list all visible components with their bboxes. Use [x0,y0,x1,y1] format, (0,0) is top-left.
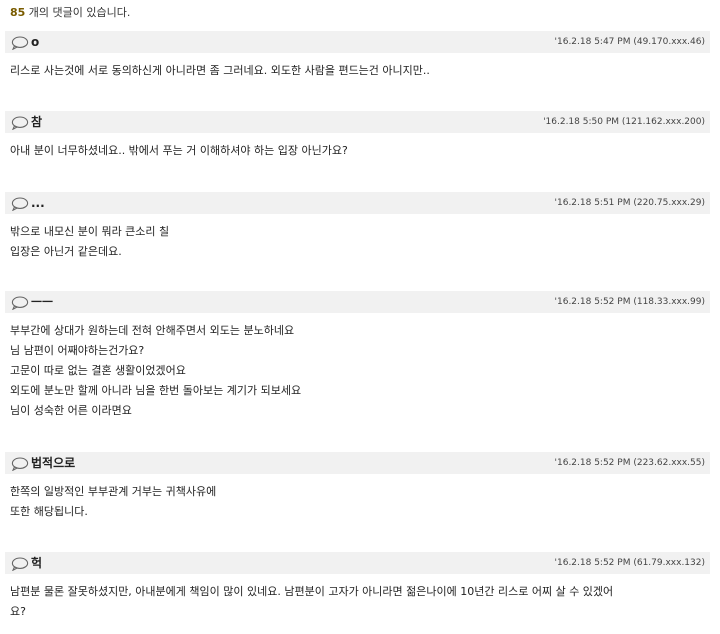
comment-header: ... '16.2.18 5:51 PM (220.75.xxx.29) [5,192,710,214]
speech-bubble-icon [11,35,29,51]
comment-body: 한쪽의 일방적인 부부관계 거부는 귀책사유에또한 해당됩니다. [10,482,710,522]
comment-meta: '16.2.18 5:50 PM (121.162.xxx.200) [543,117,705,127]
comment-author: ... [31,196,45,210]
comment-author: ㅡㅡ [31,295,54,309]
comment-header: o '16.2.18 5:47 PM (49.170.xxx.46) [5,31,710,53]
comment-text-line: 또한 해당됩니다. [10,505,88,518]
comment-header: ㅡㅡ '16.2.18 5:52 PM (118.33.xxx.99) [5,291,710,313]
comment-header: 법적으로 '16.2.18 5:52 PM (223.62.xxx.55) [5,452,710,474]
comment-meta: '16.2.18 5:51 PM (220.75.xxx.29) [554,198,705,208]
speech-bubble-icon [11,556,29,572]
comment-count-label: 개의 댓글이 있습니다. [25,6,131,19]
speech-bubble-icon [11,196,29,212]
comment-body: 아내 분이 너무하셨네요.. 밖에서 푸는 거 이해하셔야 하는 입장 아닌가요… [10,141,710,161]
comment-text-line: 외도에 분노만 할께 아니라 님을 한번 돌아보는 계기가 되보세요 [10,384,302,397]
comment-text-line: 님 남편이 어째야하는건가요? [10,344,145,357]
comment-body: 밖으로 내모신 분이 뭐라 큰소리 칠입장은 아닌거 같은데요. [10,222,710,262]
comment-header: 참 '16.2.18 5:50 PM (121.162.xxx.200) [5,111,710,133]
comment-text-line: 리스로 사는것에 서로 동의하신게 아니라면 좀 그러네요. 외도한 사람을 편… [10,64,430,77]
comment-text-line: 요? [10,605,26,618]
comment-meta: '16.2.18 5:52 PM (61.79.xxx.132) [554,558,705,568]
comment-text-line: 부부간에 상대가 원하는데 전혀 안해주면서 외도는 분노하네요 [10,324,295,337]
comment-count-line: 85 개의 댓글이 있습니다. [10,6,130,20]
comment-text-line: 고문이 따로 없는 결혼 생활이었겠어요 [10,364,186,377]
comment-text-line: 밖으로 내모신 분이 뭐라 큰소리 칠 [10,225,170,238]
comment-text-line: 님이 성숙한 어른 이라면요 [10,404,132,417]
comment-meta: '16.2.18 5:47 PM (49.170.xxx.46) [554,37,705,47]
comment-body: 부부간에 상대가 원하는데 전혀 안해주면서 외도는 분노하네요님 남편이 어째… [10,321,710,421]
comment-meta: '16.2.18 5:52 PM (118.33.xxx.99) [554,297,705,307]
comment-author: 참 [31,115,43,129]
comment-header: 헉 '16.2.18 5:52 PM (61.79.xxx.132) [5,552,710,574]
comment-text-line: 아내 분이 너무하셨네요.. 밖에서 푸는 거 이해하셔야 하는 입장 아닌가요… [10,144,348,157]
comment-body: 남편분 물론 잘못하셨지만, 아내분에게 책임이 많이 있네요. 남편분이 고자… [10,582,710,622]
speech-bubble-icon [11,456,29,472]
comment-count: 85 [10,6,26,19]
speech-bubble-icon [11,115,29,131]
speech-bubble-icon [11,295,29,311]
comment-author: o [31,35,40,49]
comment-author: 헉 [31,556,43,570]
comment-author: 법적으로 [31,456,76,470]
comment-body: 리스로 사는것에 서로 동의하신게 아니라면 좀 그러네요. 외도한 사람을 편… [10,61,710,81]
comment-text-line: 입장은 아닌거 같은데요. [10,245,122,258]
comment-text-line: 남편분 물론 잘못하셨지만, 아내분에게 책임이 많이 있네요. 남편분이 고자… [10,585,614,598]
comment-text-line: 한쪽의 일방적인 부부관계 거부는 귀책사유에 [10,485,217,498]
comment-meta: '16.2.18 5:52 PM (223.62.xxx.55) [554,458,705,468]
